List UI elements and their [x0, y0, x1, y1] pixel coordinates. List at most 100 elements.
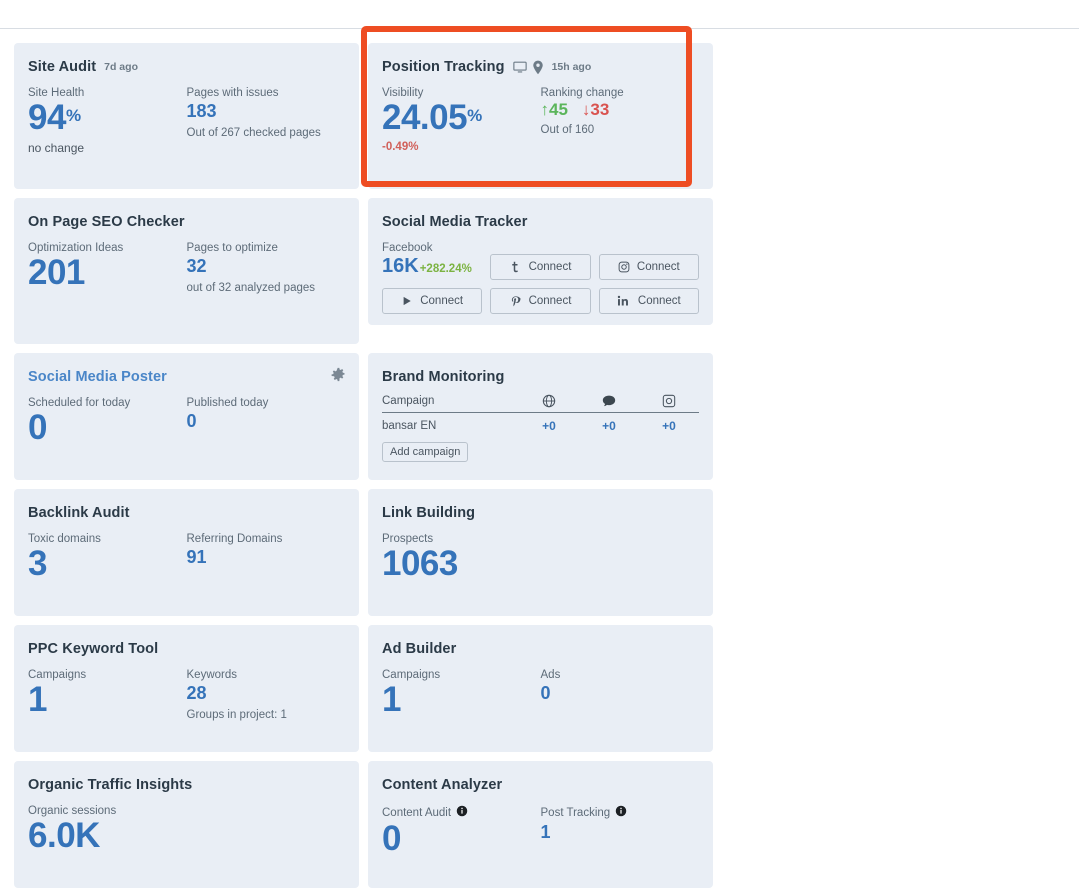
card-ad-builder[interactable]: Ad Builder Campaigns 1 Ads 0 [368, 625, 713, 752]
card-content-analyzer[interactable]: Content Analyzer Content Audit 0 Post Tr… [368, 761, 713, 888]
column-header-instagram [639, 394, 699, 408]
metric-label: Campaigns [382, 669, 441, 681]
metric-optimization-ideas: Optimization Ideas 201 [28, 242, 187, 294]
metric-label: Post Tracking [540, 806, 611, 819]
card-ppc-keyword-tool[interactable]: PPC Keyword Tool Campaigns 1 Keywords 28… [14, 625, 359, 752]
metric-value: 0 [186, 411, 197, 431]
campaign-instagram-count: +0 [662, 419, 676, 433]
gear-icon[interactable] [331, 367, 346, 387]
card-header: On Page SEO Checker [28, 212, 345, 232]
metric-prospects: Prospects 1063 [382, 533, 555, 583]
desktop-icon [512, 60, 527, 74]
metric-campaigns: Campaigns 1 [28, 669, 187, 721]
card-header: Social Media Poster [28, 367, 345, 387]
metrics: Optimization Ideas 201 Pages to optimize… [28, 242, 345, 294]
metric-value: 3 [28, 544, 47, 583]
metric-label-row: Content Audit [382, 805, 541, 820]
card-position-tracking[interactable]: Position Tracking 15h ago Visibility 24.… [368, 43, 713, 189]
campaign-table: Campaign bansar EN +0 +0 +0 [382, 394, 699, 433]
card-title[interactable]: Content Analyzer [382, 777, 502, 793]
metric-label: Ranking change [540, 87, 624, 99]
card-organic-traffic-insights[interactable]: Organic Traffic Insights Organic session… [14, 761, 359, 888]
card-header: Content Analyzer [382, 775, 699, 795]
card-title[interactable]: Position Tracking [382, 59, 505, 75]
connect-youtube-button[interactable]: Connect [382, 288, 483, 314]
metrics: Campaigns 1 Ads 0 [382, 669, 699, 719]
metric-value: 24.05% [382, 98, 482, 137]
metric-value: 0 [28, 408, 47, 447]
card-social-media-poster[interactable]: Social Media Poster Scheduled for today … [14, 353, 359, 480]
connect-instagram-button[interactable]: Connect [598, 254, 699, 280]
metric-label: Campaigns [28, 669, 87, 681]
connect-label: Connect [528, 261, 572, 273]
card-site-audit[interactable]: Site Audit 7d ago Site Health 94% no cha… [14, 43, 359, 189]
dashboard-grid: Site Audit 7d ago Site Health 94% no cha… [0, 29, 1079, 888]
metric-label: Ads [540, 669, 561, 681]
connect-pinterest-button[interactable]: Connect [490, 288, 591, 314]
metrics: Content Audit 0 Post Tracking 1 [382, 805, 699, 858]
metric-sub: Out of 267 checked pages [186, 126, 321, 139]
connect-linkedin-button[interactable]: Connect [598, 288, 699, 314]
card-timestamp: 7d ago [104, 61, 138, 73]
card-title[interactable]: Ad Builder [382, 641, 456, 657]
metric-value: 0 [540, 683, 551, 703]
metrics: Scheduled for today 0 Published today 0 [28, 397, 345, 447]
twitter-icon [510, 261, 522, 273]
card-title[interactable]: Link Building [382, 505, 475, 521]
metrics: Prospects 1063 [382, 533, 699, 583]
card-on-page-seo-checker[interactable]: On Page SEO Checker Optimization Ideas 2… [14, 198, 359, 344]
connect-buttons: Connect Connect Connect Connect Connect [382, 254, 699, 314]
connect-label: Connect [636, 261, 680, 273]
campaign-web-count: +0 [542, 419, 556, 433]
column-header-campaign: Campaign [382, 395, 435, 407]
metric-label: Toxic domains [28, 533, 101, 545]
card-title[interactable]: Organic Traffic Insights [28, 777, 192, 793]
add-campaign-button[interactable]: Add campaign [382, 442, 469, 462]
card-backlink-audit[interactable]: Backlink Audit Toxic domains 3 Referring… [14, 489, 359, 616]
card-title[interactable]: Backlink Audit [28, 505, 130, 521]
connect-twitter-button[interactable]: Connect [490, 254, 591, 280]
card-brand-monitoring[interactable]: Brand Monitoring Campaign bansar EN +0 +… [368, 353, 713, 480]
metric-value: 1063 [382, 544, 458, 583]
metric-referring-domains: Referring Domains 91 [187, 533, 346, 583]
card-header: Link Building [382, 503, 699, 523]
connect-label: Connect [420, 295, 464, 307]
card-title[interactable]: PPC Keyword Tool [28, 641, 158, 657]
card-title[interactable]: Social Media Poster [28, 369, 167, 385]
card-header: PPC Keyword Tool [28, 639, 345, 659]
location-pin-icon [532, 60, 544, 75]
card-title[interactable]: On Page SEO Checker [28, 214, 185, 230]
info-icon[interactable] [615, 805, 627, 820]
campaign-comments-count: +0 [602, 419, 616, 433]
card-header: Social Media Tracker [382, 212, 699, 232]
card-link-building[interactable]: Link Building Prospects 1063 [368, 489, 713, 616]
card-header: Ad Builder [382, 639, 699, 659]
metric-unit: % [467, 106, 482, 125]
metric-label-row: Post Tracking [541, 805, 700, 820]
metric-organic-sessions: Organic sessions 6.0K [28, 805, 201, 855]
metric-value: 28 [186, 683, 207, 703]
connect-label: Connect [637, 295, 681, 307]
metric-unit: % [65, 106, 81, 125]
ranking-values: ↑45 ↓33 [541, 100, 700, 120]
metric-value: 32 [186, 256, 207, 276]
metric-campaigns: Campaigns 1 [382, 669, 541, 719]
card-social-media-tracker[interactable]: Social Media Tracker Facebook 16K +282.2… [368, 198, 713, 325]
metric-label: Content Audit [382, 806, 452, 819]
table-row[interactable]: bansar EN +0 +0 +0 [382, 413, 699, 433]
metric-value: 1 [28, 680, 47, 719]
info-icon[interactable] [456, 805, 468, 820]
card-header: Backlink Audit [28, 503, 345, 523]
card-title[interactable]: Social Media Tracker [382, 214, 527, 230]
column-header-web [519, 394, 579, 408]
metric-pages-to-optimize: Pages to optimize 32 out of 32 analyzed … [187, 242, 346, 294]
metrics: Visibility 24.05% -0.49% Ranking change … [382, 87, 699, 153]
card-header: Position Tracking 15h ago [382, 57, 699, 77]
metric-visibility: Visibility 24.05% -0.49% [382, 87, 541, 153]
card-title[interactable]: Site Audit [28, 59, 96, 75]
globe-icon [542, 394, 556, 408]
card-title[interactable]: Brand Monitoring [382, 369, 504, 385]
instagram-icon [618, 261, 630, 273]
linkedin-icon [617, 295, 631, 307]
campaign-name: bansar EN [382, 420, 437, 432]
